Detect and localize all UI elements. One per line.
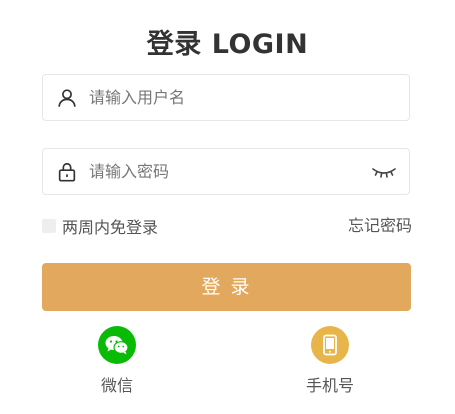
username-field[interactable]	[42, 74, 410, 121]
lock-icon	[58, 162, 76, 182]
wechat-login-label: 微信	[100, 376, 133, 395]
phone-icon[interactable]	[311, 326, 349, 364]
login-page: 登录 LOGIN 两周内免登录 忘记密码 登 录	[0, 0, 455, 414]
password-input[interactable]	[89, 149, 359, 194]
wechat-login-button[interactable]: 微信	[77, 326, 157, 396]
password-field[interactable]	[42, 148, 410, 195]
username-input[interactable]	[89, 75, 359, 120]
phone-login-label: 手机号	[305, 376, 354, 395]
remember-me-label: 两周内免登录	[62, 218, 159, 237]
checkbox-box[interactable]	[42, 219, 56, 233]
user-icon	[58, 89, 76, 107]
forgot-password-link[interactable]: 忘记密码	[348, 215, 412, 237]
eye-closed-icon[interactable]	[371, 163, 397, 181]
wechat-icon[interactable]	[98, 326, 136, 364]
remember-me-checkbox[interactable]: 两周内免登录	[42, 215, 158, 237]
page-title: 登录 LOGIN	[146, 29, 309, 60]
login-button[interactable]: 登 录	[42, 263, 411, 311]
phone-login-button[interactable]: 手机号	[290, 326, 370, 396]
